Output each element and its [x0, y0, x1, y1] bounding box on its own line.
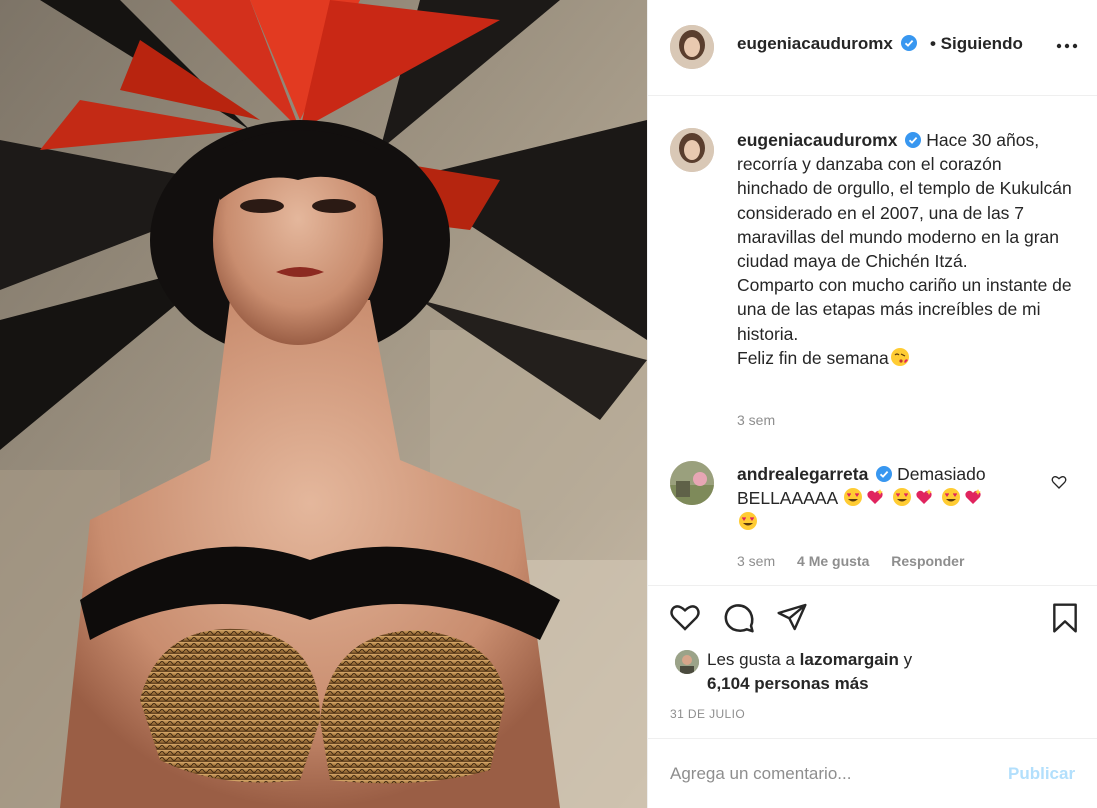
verified-badge-icon: [900, 35, 917, 51]
liker-avatar-image: [675, 650, 699, 674]
comment-username[interactable]: andrealegarreta: [737, 464, 868, 484]
heart-eyes-emoji-icon: [892, 488, 911, 506]
post-header: eugeniacauduromx • Siguiendo: [648, 0, 1097, 96]
kiss-face-emoji-icon: [890, 347, 909, 366]
commenter-avatar[interactable]: [670, 461, 714, 505]
author-username-text: eugeniacauduromx: [737, 34, 893, 53]
reply-button[interactable]: Responder: [891, 553, 964, 569]
comment-likes-count[interactable]: 4 Me gusta: [797, 553, 869, 569]
verified-badge-icon: [876, 466, 893, 482]
heart-eyes-emoji-icon: [844, 488, 863, 506]
portrait-image: [0, 0, 647, 808]
actions-divider: [648, 585, 1097, 586]
follow-status[interactable]: • Siguiendo: [930, 34, 1023, 54]
publish-button[interactable]: Publicar: [1008, 764, 1075, 784]
heart-icon[interactable]: [668, 601, 702, 633]
caption-timestamp: 3 sem: [737, 412, 776, 428]
author-avatar[interactable]: [670, 25, 714, 69]
comment-like-heart-icon[interactable]: [1051, 474, 1067, 490]
bookmark-icon[interactable]: [1049, 600, 1081, 636]
caption-username[interactable]: eugeniacauduromx: [737, 130, 897, 150]
likes-conjunction: y: [903, 650, 913, 669]
comment-meta: 3 sem 4 Me gusta Responder: [737, 553, 982, 569]
share-icon[interactable]: [775, 601, 809, 633]
caption-text-line2: Comparto con mucho cariño un instante de…: [737, 275, 1072, 344]
add-comment-bar: Publicar: [648, 738, 1097, 808]
post-photo[interactable]: [0, 0, 647, 808]
post-side-panel: eugeniacauduromx • Siguiendo eugeniacaud…: [647, 0, 1097, 808]
comment-timestamp: 3 sem: [737, 553, 776, 569]
liker-avatar[interactable]: [675, 650, 699, 674]
author-username[interactable]: eugeniacauduromx: [737, 34, 917, 54]
commenter-avatar-image: [670, 461, 714, 505]
post-caption: eugeniacauduromx Hace 30 años, recorría …: [737, 128, 1072, 370]
heart-eyes-emoji-icon: [739, 512, 757, 530]
liker-username[interactable]: lazomargain: [800, 650, 899, 669]
heart-eyes-emoji-icon: [941, 488, 960, 506]
instagram-post-view: eugeniacauduromx • Siguiendo eugeniacaud…: [0, 0, 1097, 808]
comment: andrealegarreta Demasiado BELLAAAAA: [737, 462, 1037, 534]
likes-prefix: Les gusta a: [707, 650, 795, 669]
comment-input[interactable]: [670, 761, 990, 787]
verified-badge-icon: [905, 132, 922, 148]
sparkling-heart-emoji-icon: [916, 489, 932, 504]
sparkling-heart-emoji-icon: [867, 489, 884, 504]
more-options-icon[interactable]: [1054, 38, 1080, 54]
likes-summary: Les gusta a lazomargain y 6,104 personas…: [707, 648, 912, 696]
caption-text-line3: Feliz fin de semana: [737, 347, 889, 368]
likes-others-count[interactable]: 6,104 personas más: [707, 674, 869, 693]
caption-text: Hace 30 años, recorría y danzaba con el …: [737, 130, 1072, 272]
caption-author-avatar[interactable]: [670, 128, 714, 172]
author-avatar-image: [670, 25, 714, 69]
caption-avatar-image: [670, 128, 714, 172]
post-date[interactable]: 31 DE JULIO: [670, 707, 745, 721]
sparkling-heart-emoji-icon: [965, 489, 981, 504]
comment-icon[interactable]: [722, 601, 756, 635]
